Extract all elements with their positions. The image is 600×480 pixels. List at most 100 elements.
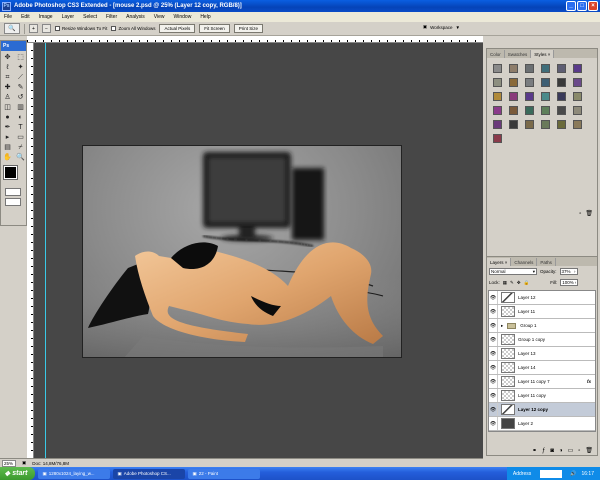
zoom-out-icon[interactable]: − [42, 24, 51, 33]
healing-brush-icon[interactable]: ✚ [2, 83, 13, 92]
layer-thumbnail[interactable] [501, 390, 515, 401]
new-group-icon[interactable]: ▭ [568, 447, 574, 454]
visibility-eye-icon[interactable]: 👁 [489, 361, 498, 374]
tab-swatches[interactable]: Swatches [505, 50, 532, 58]
style-swatch[interactable] [493, 134, 502, 143]
layer-name[interactable]: Layer 14 [518, 365, 536, 370]
layer-name[interactable]: Layer 12 copy [518, 407, 548, 412]
brush-tool-icon[interactable]: ✎ [15, 83, 26, 92]
style-swatch[interactable] [557, 78, 566, 87]
style-swatch[interactable] [509, 64, 518, 73]
visibility-eye-icon[interactable]: 👁 [489, 291, 498, 304]
start-button[interactable]: ❖ start [0, 467, 36, 480]
taskbar-task[interactable]: ▣ 1280x1024_laying_w... [38, 468, 111, 479]
layer-name[interactable]: Layer 11 [518, 309, 535, 314]
type-tool-icon[interactable]: T [15, 123, 26, 132]
layer-row[interactable]: 👁 Layer 14 [489, 361, 595, 375]
gradient-tool-icon[interactable]: ▥ [15, 103, 26, 112]
lock-image-icon[interactable]: ✎ [510, 280, 514, 286]
checkbox-box[interactable] [55, 26, 60, 31]
new-style-icon[interactable]: ▫ [579, 211, 581, 217]
expand-arrow-icon[interactable]: ▸ [501, 323, 503, 329]
lasso-tool-icon[interactable]: ℓ [2, 63, 13, 72]
screen-mode-button[interactable] [5, 198, 21, 206]
horizontal-ruler[interactable] [27, 36, 483, 43]
menu-item-view[interactable]: View [154, 14, 165, 20]
style-swatch[interactable] [573, 78, 582, 87]
style-swatch[interactable] [557, 64, 566, 73]
blur-tool-icon[interactable]: ● [2, 113, 13, 122]
trash-icon[interactable]: 🗑 [585, 210, 593, 217]
zoom-tool-preset-icon[interactable]: 🔍 [4, 23, 20, 34]
layer-row[interactable]: 👁 Group 1 copy [489, 333, 595, 347]
layer-name[interactable]: Layer 11 copy 7 [518, 379, 550, 384]
slice-tool-icon[interactable]: ⟋ [15, 73, 26, 82]
style-swatch[interactable] [509, 92, 518, 101]
resize-windows-checkbox[interactable]: Resize Windows To Fit [55, 26, 107, 31]
style-swatch[interactable] [525, 120, 534, 129]
style-swatch[interactable] [493, 92, 502, 101]
style-swatch[interactable] [541, 78, 550, 87]
link-layers-icon[interactable]: ⚭ [532, 447, 537, 454]
style-swatch[interactable] [573, 92, 582, 101]
vertical-ruler[interactable] [27, 43, 34, 458]
layer-name[interactable]: Layer 11 copy [518, 393, 546, 398]
close-button[interactable]: × [588, 1, 598, 11]
style-swatch[interactable] [573, 106, 582, 115]
layer-thumbnail[interactable] [501, 376, 515, 387]
menu-item-help[interactable]: Help [200, 14, 210, 20]
style-swatch[interactable] [541, 120, 550, 129]
style-swatch[interactable] [573, 120, 582, 129]
layer-thumbnail[interactable] [501, 348, 515, 359]
document-canvas[interactable] [82, 145, 402, 358]
marquee-tool-icon[interactable]: ⬚ [15, 53, 26, 62]
layer-name[interactable]: Group 1 copy [518, 337, 545, 342]
eraser-tool-icon[interactable]: ◫ [2, 103, 13, 112]
tab-channels[interactable]: Channels [511, 258, 538, 266]
layer-row[interactable]: 👁 Layer 2 [489, 417, 595, 431]
move-tool-icon[interactable]: ✥ [2, 53, 13, 62]
layer-row[interactable]: 👁 Layer 12 [489, 291, 595, 305]
visibility-eye-icon[interactable]: 👁 [489, 305, 498, 318]
actual-pixels-button[interactable]: Actual Pixels [159, 24, 196, 33]
layer-row[interactable]: 👁 Layer 13 [489, 347, 595, 361]
taskbar-task[interactable]: ▣ 22 - Paint [188, 468, 261, 479]
lock-transparent-icon[interactable]: ▦ [503, 280, 507, 286]
hand-tool-icon[interactable]: ✋ [2, 153, 13, 162]
layer-thumbnail[interactable] [501, 306, 515, 317]
toolbox-header[interactable]: Ps [1, 41, 26, 51]
layer-row[interactable]: 👁 Layer 12 copy [489, 403, 595, 417]
workspace-menu[interactable]: ▣ Workspace ▼ [423, 24, 460, 30]
style-swatch[interactable] [509, 106, 518, 115]
minimize-button[interactable]: _ [566, 1, 576, 11]
style-swatch[interactable] [509, 120, 518, 129]
visibility-eye-icon[interactable]: 👁 [489, 319, 498, 332]
clock[interactable]: 16:17 [581, 471, 594, 477]
crop-tool-icon[interactable]: ⌗ [2, 73, 13, 82]
zoom-level-field[interactable]: 25% [2, 459, 16, 467]
layer-thumbnail[interactable] [501, 418, 515, 429]
layer-row[interactable]: 👁 Layer 11 [489, 305, 595, 319]
address-input[interactable] [540, 469, 563, 478]
tab-styles[interactable]: Styles × [531, 50, 555, 58]
visibility-eye-icon[interactable]: 👁 [489, 403, 498, 416]
lock-position-icon[interactable]: ✥ [517, 280, 521, 286]
history-brush-icon[interactable]: ↺ [15, 93, 26, 102]
visibility-eye-icon[interactable]: 👁 [489, 333, 498, 346]
print-size-button[interactable]: Print Size [233, 24, 263, 33]
visibility-eye-icon[interactable]: 👁 [489, 417, 498, 430]
zoom-tool-icon[interactable]: 🔍 [15, 153, 26, 162]
blend-mode-select[interactable]: Normal ▾ [489, 268, 537, 275]
layer-name[interactable]: Layer 2 [518, 421, 533, 426]
style-swatch[interactable] [493, 120, 502, 129]
tab-layers[interactable]: Layers × [487, 258, 512, 266]
shape-tool-icon[interactable]: ▭ [15, 133, 26, 142]
menu-item-filter[interactable]: Filter [106, 14, 117, 20]
visibility-eye-icon[interactable]: 👁 [489, 347, 498, 360]
menu-item-file[interactable]: File [4, 14, 12, 20]
layer-row[interactable]: 👁 Layer 11 copy [489, 389, 595, 403]
style-swatch[interactable] [557, 120, 566, 129]
eyedropper-icon[interactable]: ⌿ [15, 143, 26, 152]
style-swatch[interactable] [557, 106, 566, 115]
adjustment-layer-icon[interactable]: ◑ [559, 448, 563, 454]
